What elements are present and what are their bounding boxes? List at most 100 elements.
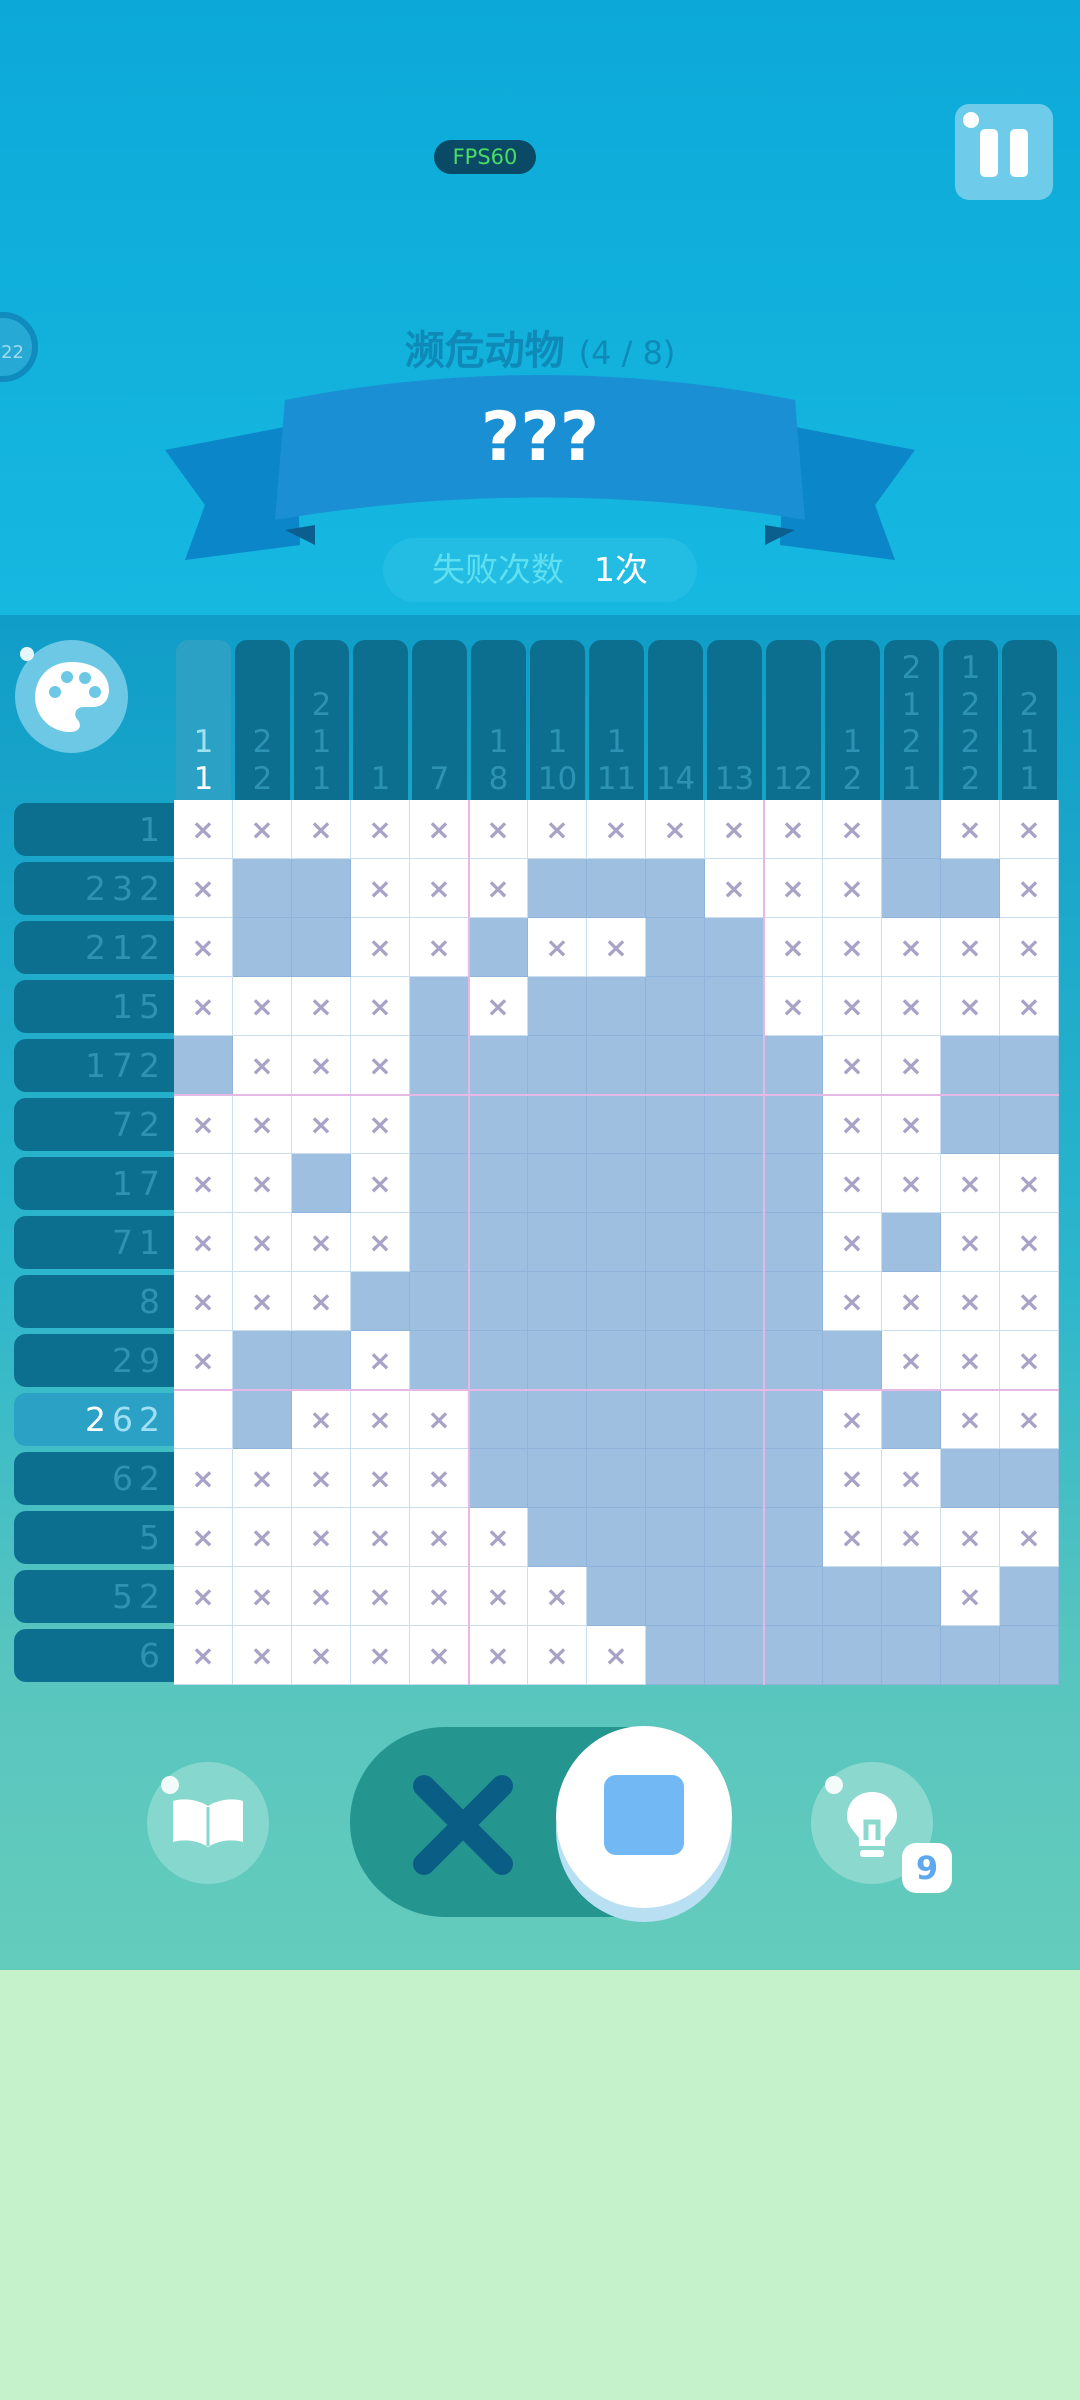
crossed-cell[interactable]: × [292,1567,351,1626]
crossed-cell[interactable]: × [882,1154,941,1213]
crossed-cell[interactable]: × [882,1449,941,1508]
crossed-cell[interactable]: × [233,1449,292,1508]
filled-cell[interactable] [764,1508,823,1567]
crossed-cell[interactable]: × [233,1095,292,1154]
crossed-cell[interactable]: × [823,1095,882,1154]
crossed-cell[interactable]: × [469,800,528,859]
crossed-cell[interactable]: × [351,800,410,859]
filled-cell[interactable] [941,1095,1000,1154]
crossed-cell[interactable]: × [587,1626,646,1685]
filled-cell[interactable] [233,1331,292,1390]
crossed-cell[interactable]: × [292,1272,351,1331]
filled-cell[interactable] [823,1331,882,1390]
filled-cell[interactable] [764,1154,823,1213]
crossed-cell[interactable]: × [882,918,941,977]
crossed-cell[interactable]: × [351,859,410,918]
filled-cell[interactable] [646,1154,705,1213]
filled-cell[interactable] [705,1036,764,1095]
filled-cell[interactable] [528,1213,587,1272]
crossed-cell[interactable]: × [292,1508,351,1567]
filled-cell[interactable] [1000,1567,1059,1626]
filled-cell[interactable] [646,1567,705,1626]
crossed-cell[interactable]: × [528,1567,587,1626]
crossed-cell[interactable]: × [292,1626,351,1685]
filled-cell[interactable] [705,1626,764,1685]
crossed-cell[interactable]: × [351,918,410,977]
crossed-cell[interactable]: × [823,1449,882,1508]
filled-cell[interactable] [705,1095,764,1154]
crossed-cell[interactable]: × [351,1626,410,1685]
crossed-cell[interactable]: × [646,800,705,859]
crossed-cell[interactable]: × [1000,800,1059,859]
filled-cell[interactable] [292,1331,351,1390]
crossed-cell[interactable]: × [410,1449,469,1508]
crossed-cell[interactable]: × [233,1508,292,1567]
filled-cell[interactable] [705,1390,764,1449]
filled-cell[interactable] [646,1036,705,1095]
crossed-cell[interactable]: × [174,1272,233,1331]
filled-cell[interactable] [410,977,469,1036]
filled-cell[interactable] [410,1331,469,1390]
crossed-cell[interactable]: × [174,918,233,977]
crossed-cell[interactable]: × [292,800,351,859]
crossed-cell[interactable]: × [941,1567,1000,1626]
filled-cell[interactable] [705,1508,764,1567]
filled-cell[interactable] [941,1449,1000,1508]
crossed-cell[interactable]: × [823,1213,882,1272]
crossed-cell[interactable]: × [1000,1508,1059,1567]
crossed-cell[interactable]: × [292,1449,351,1508]
empty-cell[interactable] [174,1390,233,1449]
crossed-cell[interactable]: × [351,1095,410,1154]
crossed-cell[interactable]: × [764,800,823,859]
crossed-cell[interactable]: × [823,800,882,859]
crossed-cell[interactable]: × [823,1390,882,1449]
crossed-cell[interactable]: × [174,1449,233,1508]
crossed-cell[interactable]: × [174,800,233,859]
crossed-cell[interactable]: × [351,1331,410,1390]
filled-cell[interactable] [646,1095,705,1154]
crossed-cell[interactable]: × [882,977,941,1036]
crossed-cell[interactable]: × [233,1626,292,1685]
crossed-cell[interactable]: × [292,1036,351,1095]
filled-cell[interactable] [882,800,941,859]
filled-cell[interactable] [646,1331,705,1390]
filled-cell[interactable] [587,1095,646,1154]
filled-cell[interactable] [646,1449,705,1508]
crossed-cell[interactable]: × [469,1626,528,1685]
crossed-cell[interactable]: × [351,1036,410,1095]
filled-cell[interactable] [587,1272,646,1331]
crossed-cell[interactable]: × [1000,1331,1059,1390]
pause-button[interactable] [955,104,1053,200]
filled-cell[interactable] [941,1036,1000,1095]
crossed-cell[interactable]: × [174,1567,233,1626]
crossed-cell[interactable]: × [587,800,646,859]
crossed-cell[interactable]: × [528,1626,587,1685]
crossed-cell[interactable]: × [823,977,882,1036]
filled-cell[interactable] [705,977,764,1036]
cross-mode-icon[interactable] [408,1770,518,1880]
crossed-cell[interactable]: × [1000,859,1059,918]
crossed-cell[interactable]: × [705,800,764,859]
crossed-cell[interactable]: × [292,977,351,1036]
filled-cell[interactable] [646,977,705,1036]
crossed-cell[interactable]: × [882,1272,941,1331]
filled-cell[interactable] [528,1331,587,1390]
crossed-cell[interactable]: × [174,1626,233,1685]
filled-cell[interactable] [469,1036,528,1095]
crossed-cell[interactable]: × [292,1390,351,1449]
crossed-cell[interactable]: × [233,1272,292,1331]
crossed-cell[interactable]: × [941,1390,1000,1449]
crossed-cell[interactable]: × [1000,1154,1059,1213]
filled-cell[interactable] [1000,1449,1059,1508]
filled-cell[interactable] [528,1508,587,1567]
crossed-cell[interactable]: × [587,918,646,977]
crossed-cell[interactable]: × [233,1567,292,1626]
crossed-cell[interactable]: × [174,1508,233,1567]
filled-cell[interactable] [469,1331,528,1390]
guide-button[interactable] [147,1762,269,1884]
filled-cell[interactable] [705,1154,764,1213]
crossed-cell[interactable]: × [823,918,882,977]
crossed-cell[interactable]: × [351,1508,410,1567]
filled-cell[interactable] [764,1449,823,1508]
crossed-cell[interactable]: × [410,859,469,918]
